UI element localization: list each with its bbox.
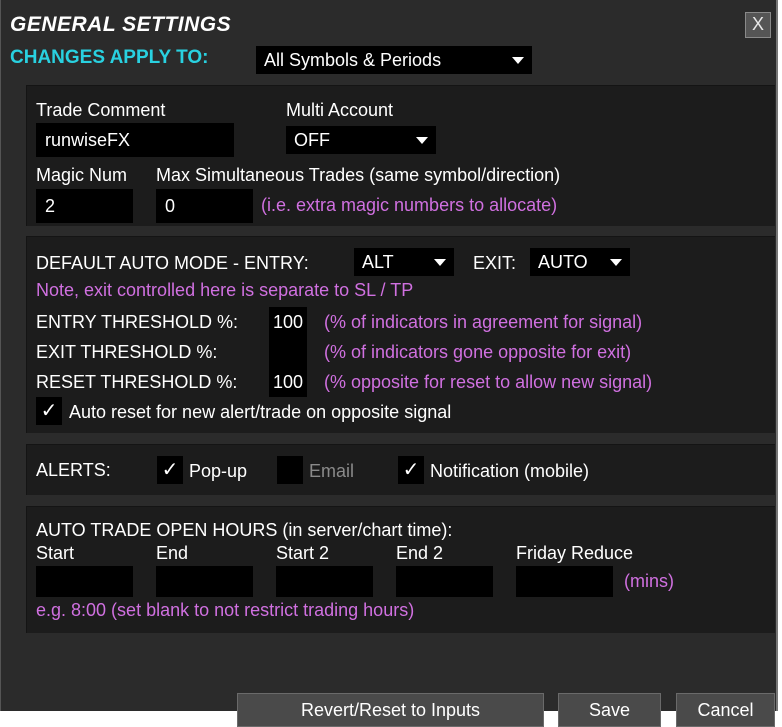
notification-label: Notification (mobile) xyxy=(430,461,590,481)
exit-mode-dropdown[interactable]: AUTO xyxy=(530,248,630,276)
start-label: Start xyxy=(36,543,75,563)
end2-input[interactable] xyxy=(396,566,493,597)
start2-input[interactable] xyxy=(276,566,373,597)
trade-comment-label: Trade Comment xyxy=(36,100,166,120)
alerts-label: ALERTS: xyxy=(36,460,111,480)
reset-threshold-label: RESET THRESHOLD %: xyxy=(36,372,238,392)
revert-reset-button[interactable]: Revert/Reset to Inputs xyxy=(237,693,544,727)
changes-apply-label: CHANGES APPLY TO: xyxy=(10,47,209,68)
max-trades-input[interactable]: 0 xyxy=(156,189,253,223)
trade-comment-input[interactable]: runwiseFX xyxy=(36,123,234,157)
end-input[interactable] xyxy=(156,566,253,597)
exit-note: Note, exit controlled here is separate t… xyxy=(36,280,414,300)
trade-hours-example: e.g. 8:00 (set blank to not restrict tra… xyxy=(36,600,415,620)
auto-mode-label: DEFAULT AUTO MODE - ENTRY: xyxy=(36,253,309,273)
max-trades-hint: (i.e. extra magic numbers to allocate) xyxy=(261,195,558,215)
general-panel: Trade Comment runwiseFX Multi Account OF… xyxy=(26,85,775,226)
entry-threshold-label: ENTRY THRESHOLD %: xyxy=(36,312,239,332)
exit-threshold-input[interactable] xyxy=(269,337,307,367)
reset-threshold-hint: (% opposite for reset to allow new signa… xyxy=(324,372,653,392)
entry-threshold-input[interactable]: 100 xyxy=(269,307,307,337)
entry-mode-dropdown[interactable]: ALT xyxy=(354,248,454,276)
close-button[interactable]: X xyxy=(745,12,771,38)
start2-label: Start 2 xyxy=(276,543,330,563)
popup-checkbox[interactable]: ✓ xyxy=(157,456,183,484)
chevron-down-icon xyxy=(512,57,524,64)
popup-label: Pop-up xyxy=(189,461,248,481)
cancel-button[interactable]: Cancel xyxy=(676,693,775,727)
exit-mode-value: AUTO xyxy=(538,252,588,272)
magic-num-label: Magic Num xyxy=(36,165,128,185)
entry-mode-value: ALT xyxy=(362,252,394,272)
changes-apply-dropdown[interactable]: All Symbols & Periods xyxy=(256,46,532,74)
auto-reset-checkbox[interactable]: ✓ xyxy=(36,397,62,425)
end-label: End xyxy=(156,543,189,563)
entry-threshold-hint: (% of indicators in agreement for signal… xyxy=(324,312,643,332)
general-settings-dialog: GENERAL SETTINGS X CHANGES APPLY TO: All… xyxy=(0,0,778,727)
exit-threshold-hint: (% of indicators gone opposite for exit) xyxy=(324,342,632,362)
changes-apply-value: All Symbols & Periods xyxy=(264,50,442,70)
trade-hours-panel: AUTO TRADE OPEN HOURS (in server/chart t… xyxy=(26,506,775,633)
email-checkbox[interactable] xyxy=(277,456,303,484)
multi-account-label: Multi Account xyxy=(286,100,394,120)
chevron-down-icon xyxy=(434,259,446,266)
reset-threshold-input[interactable]: 100 xyxy=(269,367,307,397)
exit-mode-label: EXIT: xyxy=(473,253,517,273)
auto-reset-label: Auto reset for new alert/trade on opposi… xyxy=(69,402,452,422)
alerts-panel: ALERTS: ✓ Pop-up Email ✓ Notification (m… xyxy=(26,444,775,495)
end2-label: End 2 xyxy=(396,543,444,563)
exit-threshold-label: EXIT THRESHOLD %: xyxy=(36,342,218,362)
friday-reduce-input[interactable] xyxy=(516,566,613,597)
auto-mode-panel: DEFAULT AUTO MODE - ENTRY: ALT EXIT: AUT… xyxy=(26,236,775,433)
multi-account-value: OFF xyxy=(294,130,330,150)
friday-reduce-label: Friday Reduce xyxy=(516,543,634,563)
dialog-title: GENERAL SETTINGS xyxy=(10,13,232,36)
chevron-down-icon xyxy=(610,259,622,266)
save-button[interactable]: Save xyxy=(558,693,661,727)
chevron-down-icon xyxy=(416,137,428,144)
notification-checkbox[interactable]: ✓ xyxy=(398,456,424,484)
magic-num-input[interactable]: 2 xyxy=(36,189,133,223)
max-trades-label: Max Simultaneous Trades (same symbol/dir… xyxy=(156,165,561,185)
multi-account-dropdown[interactable]: OFF xyxy=(286,126,436,154)
mins-label: (mins) xyxy=(624,571,674,591)
trade-hours-title: AUTO TRADE OPEN HOURS (in server/chart t… xyxy=(36,520,453,540)
email-label: Email xyxy=(309,461,355,481)
start-input[interactable] xyxy=(36,566,133,597)
